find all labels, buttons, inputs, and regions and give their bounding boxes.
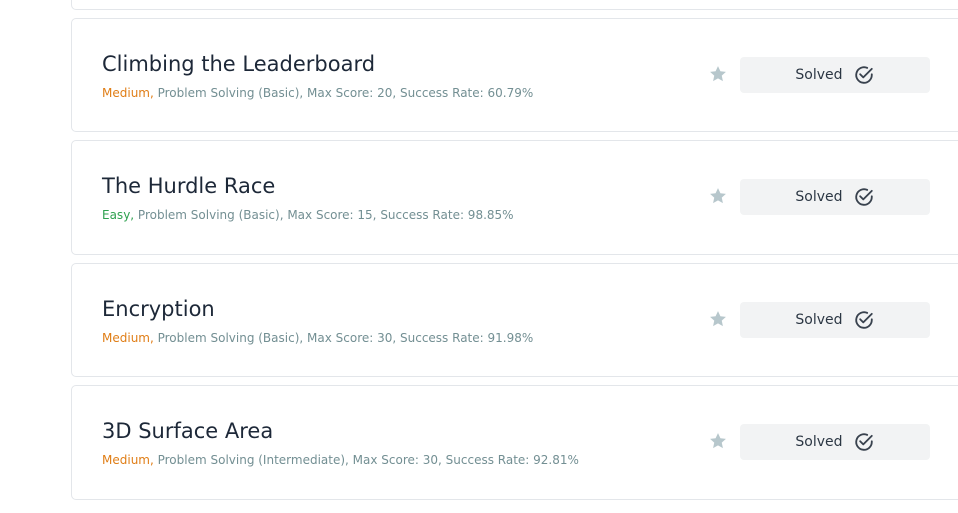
challenge-meta: Medium, Problem Solving (Basic), Max Sco… (102, 330, 533, 346)
challenge-meta: Easy, Problem Solving (Basic), Max Score… (102, 207, 514, 223)
star-icon[interactable] (708, 186, 728, 206)
challenge-card[interactable]: Encryption Medium, Problem Solving (Basi… (71, 263, 958, 377)
solved-label: Solved (795, 434, 843, 450)
solved-button[interactable]: Solved (740, 424, 930, 460)
star-icon[interactable] (708, 431, 728, 451)
challenge-title[interactable]: Encryption (102, 295, 215, 323)
solved-button[interactable]: Solved (740, 179, 930, 215)
challenge-details: Problem Solving (Basic), Max Score: 20, … (153, 86, 534, 100)
solved-label: Solved (795, 189, 843, 205)
difficulty-label: Medium, (102, 331, 154, 345)
challenge-card[interactable]: The Hurdle Race Easy, Problem Solving (B… (71, 140, 958, 255)
check-circle-icon (854, 311, 873, 329)
solved-button[interactable]: Solved (740, 302, 930, 338)
star-icon[interactable] (708, 309, 728, 329)
solved-label: Solved (795, 67, 843, 83)
difficulty-label: Medium, (102, 86, 154, 100)
difficulty-label: Easy, (102, 208, 135, 222)
challenge-meta: Medium, Problem Solving (Basic), Max Sco… (102, 85, 533, 101)
challenge-details: Problem Solving (Intermediate), Max Scor… (153, 453, 579, 467)
challenge-meta: Medium, Problem Solving (Intermediate), … (102, 452, 579, 468)
check-circle-icon (854, 66, 873, 84)
challenge-details: Problem Solving (Basic), Max Score: 30, … (153, 331, 534, 345)
challenge-card[interactable]: Climbing the Leaderboard Medium, Problem… (71, 18, 958, 132)
solved-label: Solved (795, 312, 843, 328)
difficulty-label: Medium, (102, 453, 154, 467)
challenge-title[interactable]: 3D Surface Area (102, 417, 273, 445)
check-circle-icon (854, 433, 873, 451)
challenge-list: Climbing the Leaderboard Medium, Problem… (0, 0, 958, 513)
solved-button[interactable]: Solved (740, 57, 930, 93)
star-icon[interactable] (708, 64, 728, 84)
challenge-card[interactable]: 3D Surface Area Medium, Problem Solving … (71, 385, 958, 500)
challenge-title[interactable]: The Hurdle Race (102, 172, 275, 200)
challenge-details: Problem Solving (Basic), Max Score: 15, … (134, 208, 514, 222)
check-circle-icon (854, 188, 873, 206)
challenge-title[interactable]: Climbing the Leaderboard (102, 50, 375, 78)
challenge-card-partial (71, 0, 958, 10)
